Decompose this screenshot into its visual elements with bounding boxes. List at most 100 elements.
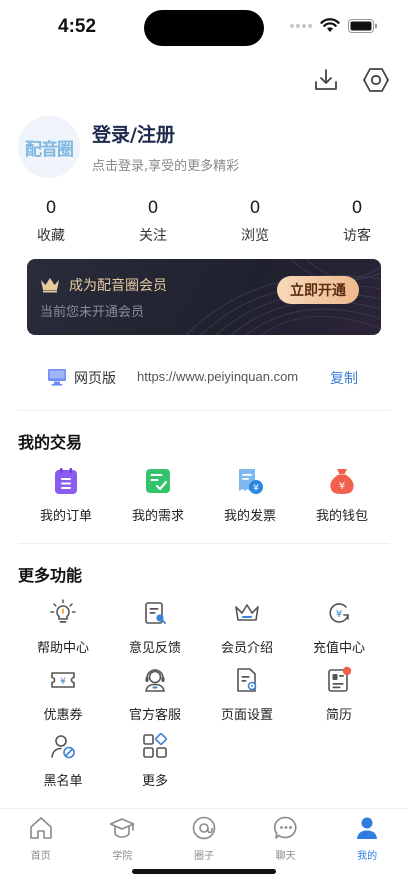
blacklist-icon bbox=[51, 735, 75, 759]
more-item-label: 帮助中心 bbox=[36, 641, 89, 656]
svg-text:¥: ¥ bbox=[253, 484, 259, 494]
chat-icon bbox=[273, 816, 297, 839]
stats-row: 0 收藏 0 关注 0 浏览 0 访客 bbox=[0, 198, 408, 245]
tab-label: 圈子 bbox=[193, 851, 214, 862]
stat-favorites[interactable]: 0 收藏 bbox=[0, 198, 102, 245]
trade-item-orders[interactable]: 我的订单 bbox=[20, 465, 112, 524]
wifi-icon bbox=[320, 18, 340, 32]
stat-label: 关注 bbox=[139, 228, 167, 244]
trade-item-label: 我的需求 bbox=[131, 509, 184, 524]
stat-label: 收藏 bbox=[37, 228, 65, 244]
tab-label: 学院 bbox=[112, 851, 133, 862]
stat-value: 0 bbox=[45, 198, 57, 218]
more-item-label: 充值中心 bbox=[312, 641, 365, 656]
avatar[interactable]: 配音圈 bbox=[18, 116, 80, 178]
home-indicator bbox=[132, 869, 276, 874]
more-item-label: 官方客服 bbox=[128, 708, 181, 723]
tab-profile[interactable]: 我的 bbox=[326, 809, 408, 883]
login-register-link[interactable]: 登录/注册 bbox=[92, 120, 239, 147]
circle-icon bbox=[192, 816, 216, 840]
svg-text:¥: ¥ bbox=[339, 481, 345, 492]
trade-item-invoices[interactable]: ¥ 我的发票 bbox=[204, 465, 296, 524]
trade-item-label: 我的订单 bbox=[39, 509, 92, 524]
tab-label: 聊天 bbox=[275, 851, 296, 862]
wallet-icon: ¥ bbox=[330, 469, 354, 494]
more-item-label: 会员介绍 bbox=[220, 641, 273, 656]
stat-value: 0 bbox=[249, 198, 261, 218]
recharge-icon: ¥ bbox=[329, 603, 349, 623]
more-item-label: 简历 bbox=[325, 708, 352, 723]
crown-icon bbox=[235, 604, 259, 621]
page-settings-icon bbox=[237, 668, 257, 692]
headset-icon bbox=[145, 669, 165, 692]
open-vip-button[interactable]: 立即开通 bbox=[277, 276, 359, 304]
stat-following[interactable]: 0 关注 bbox=[102, 198, 204, 245]
stat-visitors[interactable]: 0 访客 bbox=[306, 198, 408, 245]
more-grid-row-3: 黑名单 更多 bbox=[0, 730, 408, 789]
stat-views[interactable]: 0 浏览 bbox=[204, 198, 306, 245]
home-icon bbox=[29, 817, 52, 839]
svg-text:¥: ¥ bbox=[60, 677, 66, 687]
status-indicators bbox=[290, 18, 378, 33]
more-item-resume[interactable]: 简历 bbox=[293, 664, 385, 723]
more-item-vip-intro[interactable]: 会员介绍 bbox=[201, 597, 293, 656]
status-time: 4:52 bbox=[58, 16, 97, 37]
more-grid-icon bbox=[143, 732, 168, 758]
more-item-label: 更多 bbox=[141, 774, 168, 789]
web-version-row: 网页版 https://www.peiyinquan.com 复制 bbox=[0, 363, 408, 393]
tab-home[interactable]: 首页 bbox=[0, 809, 82, 883]
more-item-page-settings[interactable]: 页面设置 bbox=[201, 664, 293, 723]
more-item-label: 页面设置 bbox=[220, 708, 273, 723]
profile-icon bbox=[357, 817, 378, 839]
tab-label: 我的 bbox=[357, 851, 378, 862]
download-icon[interactable] bbox=[310, 64, 342, 96]
vip-subtitle: 当前您未开通会员 bbox=[40, 305, 145, 320]
top-actions bbox=[310, 64, 392, 96]
dynamic-island bbox=[144, 10, 264, 46]
more-item-help[interactable]: 帮助中心 bbox=[17, 597, 109, 656]
trade-item-demands[interactable]: 我的需求 bbox=[112, 465, 204, 524]
profile-header[interactable]: 配音圈 登录/注册 点击登录,享受的更多精彩 bbox=[18, 112, 390, 182]
divider bbox=[18, 543, 390, 544]
academy-icon bbox=[110, 818, 135, 838]
stat-value: 0 bbox=[147, 198, 159, 218]
more-item-recharge[interactable]: ¥ 充值中心 bbox=[293, 597, 385, 656]
copy-link-button[interactable]: 复制 bbox=[330, 368, 358, 388]
vip-banner[interactable]: 成为配音圈会员 当前您未开通会员 立即开通 bbox=[27, 259, 381, 335]
more-item-blacklist[interactable]: 黑名单 bbox=[17, 730, 109, 789]
stat-value: 0 bbox=[351, 198, 363, 218]
tab-label: 首页 bbox=[30, 851, 51, 862]
more-item-label: 黑名单 bbox=[43, 774, 83, 789]
trade-grid: 我的订单 我的需求 ¥ 我的发票 ¥ 我的钱包 bbox=[0, 465, 408, 524]
monitor-icon bbox=[48, 369, 66, 386]
more-item-coupons[interactable]: ¥ 优惠券 bbox=[17, 664, 109, 723]
web-version-label: 网页版 bbox=[74, 371, 116, 387]
stat-label: 浏览 bbox=[241, 228, 269, 244]
divider bbox=[18, 410, 390, 411]
trade-item-label: 我的钱包 bbox=[315, 509, 368, 524]
trade-item-wallet[interactable]: ¥ 我的钱包 bbox=[296, 465, 388, 524]
vip-title: 成为配音圈会员 bbox=[69, 278, 167, 294]
more-item-support[interactable]: 官方客服 bbox=[109, 664, 201, 723]
invoice-icon: ¥ bbox=[239, 469, 263, 494]
more-item-label: 意见反馈 bbox=[128, 641, 181, 656]
svg-text:¥: ¥ bbox=[336, 609, 342, 620]
feedback-icon bbox=[145, 602, 166, 624]
crown-icon bbox=[41, 278, 59, 293]
status-bar: 4:52 bbox=[0, 0, 408, 56]
stat-label: 访客 bbox=[343, 228, 371, 244]
more-item-more[interactable]: 更多 bbox=[109, 730, 201, 789]
trade-item-label: 我的发票 bbox=[223, 509, 276, 524]
profile-subtitle: 点击登录,享受的更多精彩 bbox=[92, 159, 240, 174]
settings-icon[interactable] bbox=[360, 64, 392, 96]
more-grid-row-2: ¥ 优惠券 官方客服 页面设置 简历 bbox=[0, 664, 408, 723]
more-grid-row-1: 帮助中心 意见反馈 会员介绍 ¥ 充值中心 bbox=[0, 597, 408, 656]
demand-icon bbox=[146, 469, 170, 493]
coupon-icon: ¥ bbox=[51, 672, 75, 688]
more-item-feedback[interactable]: 意见反馈 bbox=[109, 597, 201, 656]
signal-icon bbox=[290, 23, 312, 28]
resume-icon bbox=[328, 666, 352, 692]
order-icon bbox=[55, 468, 77, 494]
web-url: https://www.peiyinquan.com bbox=[137, 369, 299, 384]
section-title-more: 更多功能 bbox=[18, 566, 83, 585]
